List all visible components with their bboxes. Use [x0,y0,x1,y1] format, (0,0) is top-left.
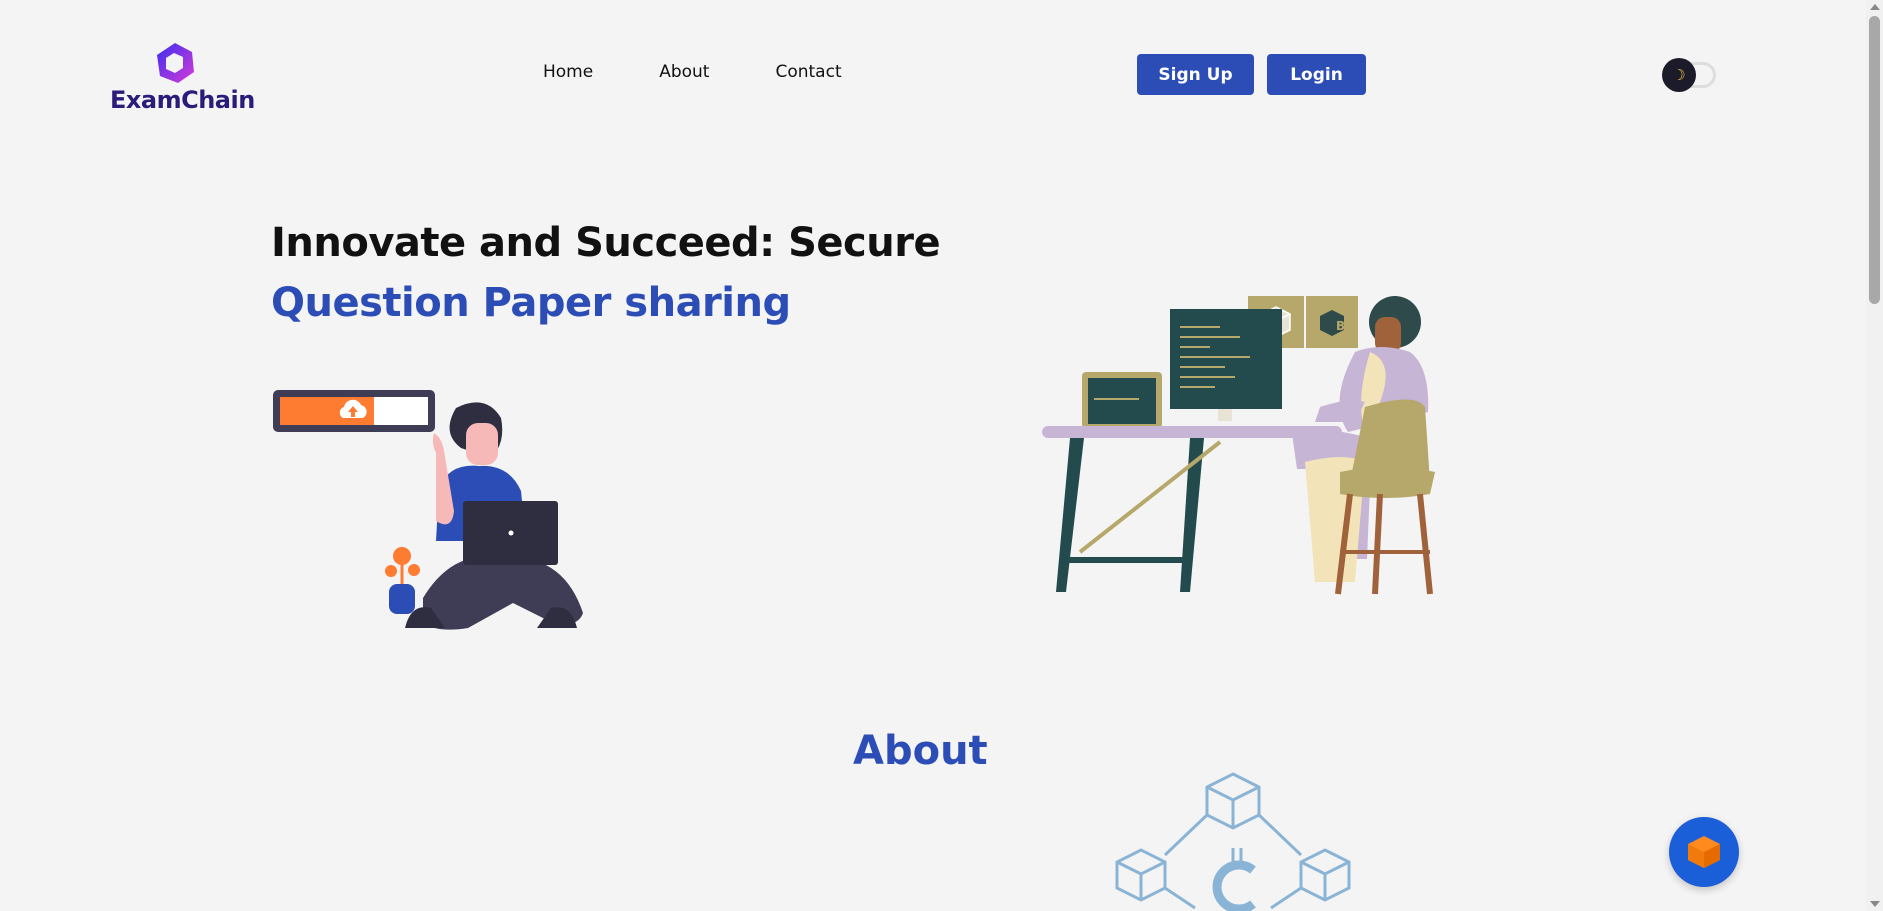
about-section-title: About [853,728,988,774]
brand-logo[interactable]: ExamChain [110,40,255,115]
hexagon-ring-icon [157,43,194,83]
main-nav: Home About Contact [543,62,842,82]
upload-person-illustration [273,390,583,630]
developer-desk-illustration: B [1042,296,1435,595]
hero-subtitle: Question Paper sharing [271,280,791,326]
chat-cube-icon [1688,836,1720,868]
chat-button[interactable] [1669,817,1739,887]
hero-title: Innovate and Succeed: Secure [271,220,941,266]
theme-toggle[interactable]: ☽ [1662,58,1718,92]
nav-home[interactable]: Home [543,62,593,82]
blockchain-network-illustration [1115,772,1351,911]
page-scrollbar[interactable] [1866,0,1883,911]
scroll-up-arrow-icon[interactable] [1870,4,1880,10]
svg-text:B: B [1336,319,1345,333]
scroll-down-arrow-icon[interactable] [1870,901,1880,907]
scroll-thumb[interactable] [1869,16,1880,304]
moon-icon: ☽ [1662,58,1696,92]
sign-up-button[interactable]: Sign Up [1137,54,1254,95]
login-button[interactable]: Login [1267,54,1366,95]
brand-name: ExamChain [110,86,255,114]
nav-contact[interactable]: Contact [775,62,841,82]
nav-about[interactable]: About [659,62,709,82]
